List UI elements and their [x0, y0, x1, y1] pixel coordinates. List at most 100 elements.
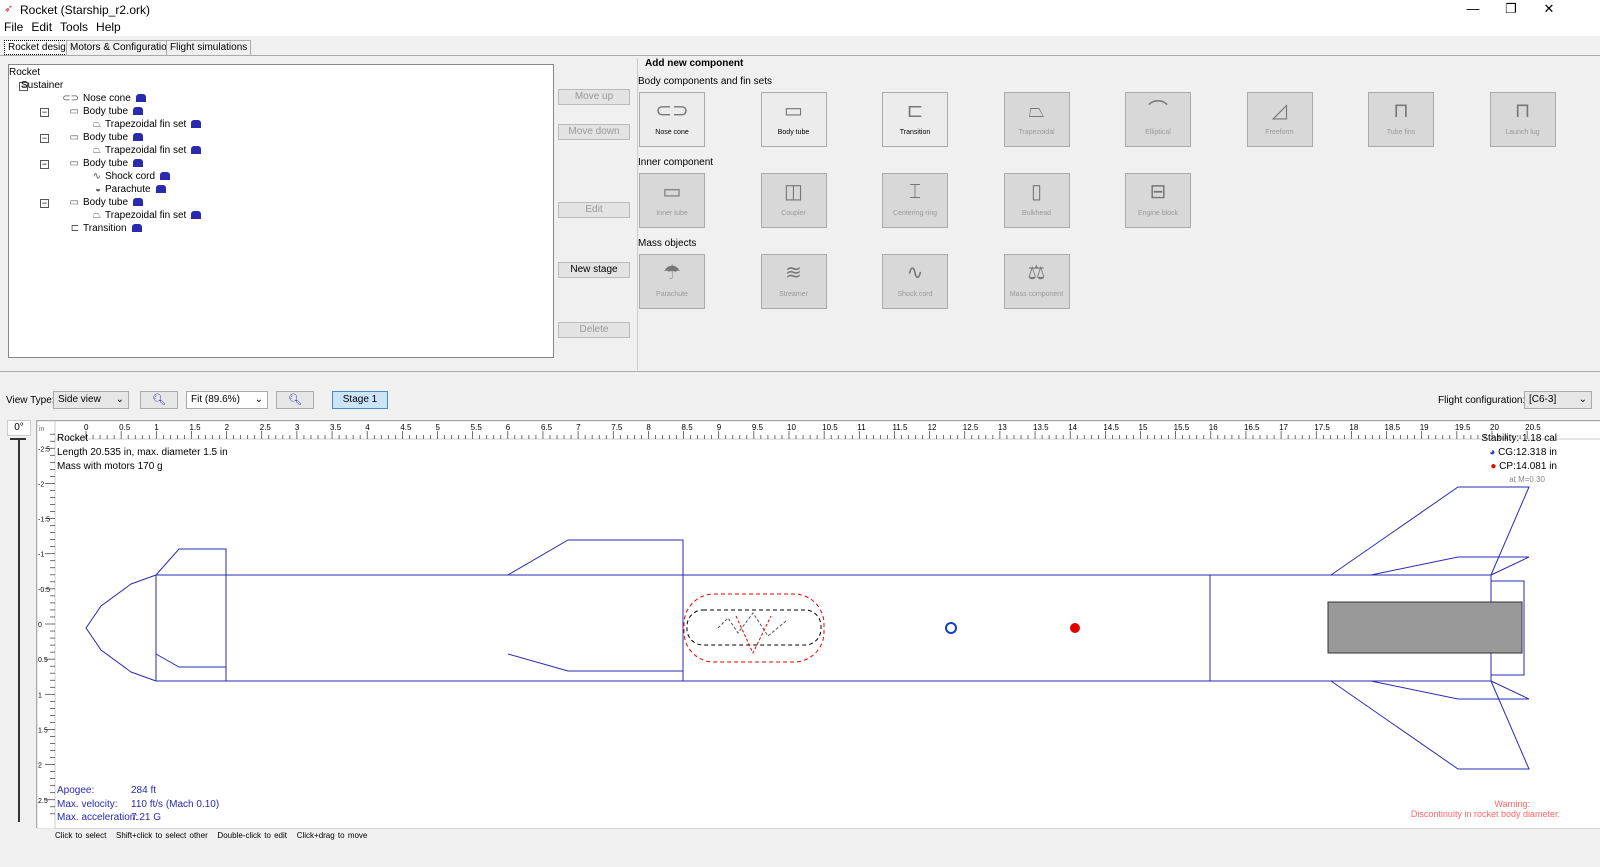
ruler-x-label: 4 [365, 423, 370, 432]
ruler-x-label: 14 [1068, 423, 1077, 432]
add-body-tube-button[interactable]: ▭ Body tube [760, 92, 827, 147]
tree-item[interactable]: ▭ Body tube [53, 132, 144, 143]
add-centering-ring-button[interactable]: ⌶ Centering ring [882, 173, 948, 228]
tree-item[interactable]: ▭ Body tube [53, 158, 144, 169]
tree-item[interactable]: ⊏ Transition [53, 223, 142, 234]
velocity-label: Max. velocity: [57, 799, 118, 810]
tree-item[interactable]: ⏢ Trapezoidal fin set [75, 119, 202, 130]
ruler-y-label: 2 [38, 763, 42, 770]
add-nose-cone-button[interactable]: ⊂⊃ Nose cone [639, 92, 705, 147]
menu-edit[interactable]: Edit [31, 20, 52, 34]
mass-override-icon [133, 107, 144, 116]
velocity-value: 110 ft/s (Mach 0.10) [131, 799, 220, 810]
add-mass-component-button[interactable]: ⚖ Mass component [1003, 254, 1070, 309]
move-down-button[interactable]: Move down [558, 124, 630, 140]
tree-item[interactable]: Rocket [9, 67, 40, 78]
add-launch-lug-button[interactable]: ⊓ Launch lug [1489, 92, 1556, 147]
apogee-label: Apogee: [57, 785, 95, 796]
add-component-panel: Body components and fin sets ⊂⊃ Nose cone ▭… [638, 76, 1598, 326]
add-parachute-button[interactable]: ☂ Parachute [639, 254, 705, 309]
tree-item[interactable]: ⊂⊃ Nose cone [53, 93, 146, 104]
tab-motors-configuration[interactable]: Motors & Configuration [66, 40, 177, 55]
close-button[interactable]: ✕ [1534, 1, 1564, 17]
menu-tools[interactable]: Tools [60, 20, 88, 34]
move-up-button[interactable]: Move up [558, 89, 630, 105]
ruler-x-label: 16 [1209, 423, 1218, 432]
coupler-icon: ◫ [784, 181, 803, 203]
view-type-select[interactable]: Side view ⌄ [53, 391, 129, 409]
mass-override-icon [133, 159, 144, 168]
elliptical-icon: ⌒ [1148, 100, 1168, 122]
component-label: Launch lug [1505, 129, 1540, 136]
ruler-x-label: 10 [787, 423, 796, 432]
rotation-slider[interactable] [18, 438, 20, 822]
ruler-x-label: 13.5 [1033, 423, 1049, 432]
add-freeform-button[interactable]: ◿ Freeform [1246, 92, 1313, 147]
add-elliptical-button[interactable]: ⌒ Elliptical [1125, 92, 1191, 147]
hint: Shift+click to select other [116, 831, 208, 840]
rocket-length: Length 20.535 in, max. diameter 1.5 in [57, 447, 228, 458]
ruler-x-label: 3.5 [330, 423, 342, 432]
rotation-slider-thumb[interactable] [10, 438, 26, 440]
add-transition-button[interactable]: ⊏ Transition [882, 92, 948, 147]
ruler-x-label: 9 [717, 423, 722, 432]
tree-item[interactable]: ⏢ Trapezoidal fin set [75, 210, 202, 221]
maximize-button[interactable]: ❐ [1496, 1, 1526, 17]
add-engine-block-button[interactable]: ⊟ Engine block [1125, 173, 1191, 228]
expand-toggle[interactable]: − [40, 160, 49, 169]
expand-toggle[interactable]: − [40, 199, 49, 208]
flight-config-select[interactable]: [C6-3] ⌄ [1524, 391, 1592, 409]
add-bulkhead-button[interactable]: ▯ Bulkhead [1003, 173, 1070, 228]
add-trapezoidal-button[interactable]: ⏢ Trapezoidal [1003, 92, 1070, 147]
expand-toggle[interactable]: − [40, 134, 49, 143]
tab-rocket-design[interactable]: Rocket design [4, 40, 76, 55]
zoom-select[interactable]: Fit (89.6%) ⌄ [186, 391, 268, 409]
tab-flight-simulations[interactable]: Flight simulations [166, 40, 252, 55]
ruler-x-label: 3 [295, 423, 300, 432]
ruler-x-label: 1.5 [189, 423, 201, 432]
ruler-x-label: 20 [1490, 423, 1499, 432]
cord-icon: ∿ [92, 171, 101, 182]
add-tube-fins-button[interactable]: ⊓ Tube fins [1368, 92, 1434, 147]
tube-icon: ▭ [69, 106, 79, 117]
edit-button[interactable]: Edit [558, 202, 630, 218]
tree-item[interactable]: ◒ Parachute [75, 184, 166, 195]
minimize-button[interactable]: — [1458, 1, 1488, 16]
menu-bar: File Edit Tools Help [0, 18, 1600, 36]
zoom-out-button[interactable]: 🔍︎ [140, 391, 178, 409]
ruler-unit: in [39, 426, 45, 433]
ruler-x-label: 4.5 [400, 423, 412, 432]
fin-icon: ⏢ [93, 145, 101, 156]
hint: Click+drag to move [296, 831, 368, 840]
tree-item[interactable]: Sustainer [21, 80, 63, 91]
tree-item[interactable]: ▭ Body tube [53, 197, 144, 208]
expand-toggle[interactable]: − [40, 108, 49, 117]
component-label: Parachute [656, 291, 688, 298]
delete-button[interactable]: Delete [558, 322, 630, 338]
component-label: Body tube [777, 129, 810, 136]
zoom-in-button[interactable]: 🔍︎ [276, 391, 314, 409]
tube-icon: ▭ [69, 197, 79, 208]
menu-help[interactable]: Help [96, 20, 121, 34]
new-stage-button[interactable]: New stage [558, 262, 630, 278]
ruler-x-label: 6 [506, 423, 511, 432]
tree-item[interactable]: ▭ Body tube [53, 106, 144, 117]
tree-item-label: Body tube [83, 106, 129, 117]
ruler-x-label: 12 [928, 423, 937, 432]
tree-item[interactable]: ∿ Shock cord [75, 171, 171, 182]
ruler-x-label: 11 [857, 423, 866, 432]
tree-item[interactable]: ⏢ Trapezoidal fin set [75, 145, 202, 156]
component-tree[interactable]: Rocket − Sustainer ⊂⊃ Nose cone − ▭ Body tube ⏢ T… [8, 64, 554, 358]
add-streamer-button[interactable]: ≋ Streamer [760, 254, 827, 309]
add-shock-cord-button[interactable]: ∿ Shock cord [882, 254, 948, 309]
add-coupler-button[interactable]: ◫ Coupler [760, 173, 827, 228]
ruler-x-label: 0.5 [119, 423, 131, 432]
ruler-y-label: -1.5 [38, 517, 50, 524]
rocket-figure[interactable]: in 0 0.5 1 1.5 2 2.5 3 3.5 4 4.5 5 5.5 6 6.5 7 7.5 8 8.5 9 9… [36, 420, 1600, 829]
component-label: Transition [899, 129, 931, 136]
cg-icon: ◕ [1489, 447, 1496, 458]
add-inner-tube-button[interactable]: ▭ Inner tube [639, 173, 705, 228]
trapezoidal-icon: ⏢ [1028, 100, 1045, 122]
stage-1-toggle[interactable]: Stage 1 [332, 391, 388, 409]
menu-file[interactable]: File [4, 20, 23, 34]
